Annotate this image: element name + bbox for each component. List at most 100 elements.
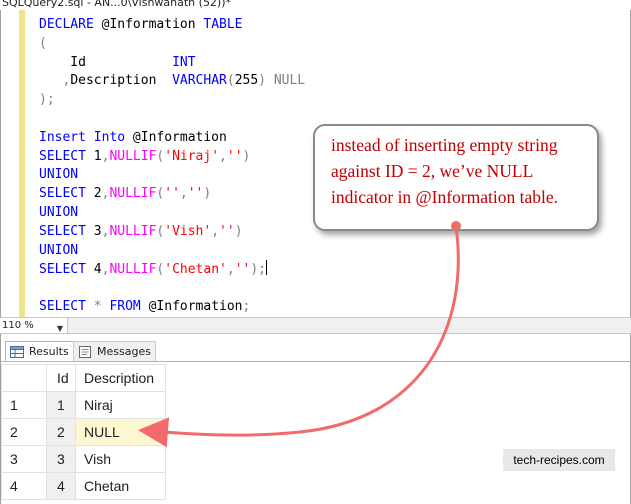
code-token: UNION (39, 204, 79, 220)
code-token: SELECT (39, 262, 86, 278)
code-line: UNION (39, 166, 305, 185)
document-tab[interactable]: SQLQuery2.sql - AN...0\Vishwanath (52))* (0, 0, 631, 10)
code-token: Id (39, 54, 173, 70)
code-token: NULL (273, 73, 306, 89)
code-token: , (211, 223, 220, 239)
document-tab-title: SQLQuery2.sql - AN...0\Vishwanath (52))* (2, 0, 232, 9)
code-line: UNION (39, 204, 305, 223)
code-token: NULLIF (109, 223, 157, 239)
code-token: 4 (85, 262, 102, 278)
code-token: UNION (39, 167, 79, 183)
code-token: INT (172, 54, 196, 70)
code-token: VARCHAR (172, 73, 227, 89)
code-token: @Information (140, 298, 243, 314)
watermark: tech-recipes.com (503, 449, 615, 471)
table-row: 1 1 Niraj (1, 391, 166, 419)
callout-text: instead of inserting empty string agains… (331, 135, 559, 207)
code-token: @Information (125, 129, 227, 145)
table-row: 4 4 Chetan (1, 472, 166, 500)
code-token: 2 (85, 186, 102, 202)
cell-id[interactable]: 4 (46, 472, 76, 500)
code-token: '' (187, 186, 204, 202)
code-token: NULLIF (109, 262, 157, 278)
results-grid-area: Id Description 1 1 Niraj 2 2 NULL 3 3 Vi… (0, 364, 631, 504)
zoom-bar: 110 % ▼ (0, 317, 631, 334)
row-number[interactable]: 3 (1, 445, 47, 473)
table-row: 2 2 NULL (1, 418, 166, 446)
annotation-callout: instead of inserting empty string agains… (313, 124, 599, 231)
code-line: ); (39, 91, 305, 110)
tabs-divider (1, 361, 631, 362)
code-token: ) (203, 186, 212, 202)
code-token: Insert Into (39, 129, 126, 145)
code-token: , (226, 262, 235, 278)
code-token: , (179, 186, 188, 202)
code-line: ( (39, 35, 305, 54)
results-grid: Id Description 1 1 Niraj 2 2 NULL 3 3 Vi… (1, 364, 166, 500)
header-description[interactable]: Description (75, 364, 166, 392)
code-token: UNION (39, 242, 79, 258)
tab-results[interactable]: Results (5, 341, 74, 361)
code-token: 1 (85, 148, 102, 164)
tab-messages[interactable]: Messages (73, 341, 156, 361)
code-line: SELECT 3,NULLIF('Vish','') (39, 223, 305, 242)
code-text[interactable]: DECLARE @Information TABLE( Id INT ,Desc… (39, 16, 305, 317)
code-token: ; (242, 298, 251, 314)
table-row: 3 3 Vish (1, 445, 166, 473)
code-token: '' (226, 148, 243, 164)
code-line: SELECT * FROM @Information; (39, 298, 305, 317)
grid-icon (10, 345, 24, 358)
code-token: '' (219, 223, 235, 239)
code-token: ) (242, 148, 251, 164)
code-token: NULLIF (109, 148, 157, 164)
zoom-dropdown[interactable]: 110 % ▼ (0, 318, 68, 333)
code-token: SELECT (39, 186, 86, 202)
cell-id[interactable]: 1 (46, 391, 76, 419)
code-token: 255 (234, 73, 259, 89)
code-line: SELECT 1,NULLIF('Niraj','') (39, 148, 305, 167)
code-token: '' (234, 262, 251, 278)
change-indicator-bar (19, 10, 25, 317)
code-token: * (93, 298, 102, 314)
row-number[interactable]: 1 (1, 391, 47, 419)
code-token: SELECT (39, 148, 86, 164)
cell-description[interactable]: Chetan (75, 472, 166, 500)
code-token: DECLARE (39, 17, 94, 32)
tab-results-label: Results (29, 345, 69, 358)
code-token: SELECT (39, 223, 86, 239)
code-token: ) (234, 223, 243, 239)
code-token: ) (258, 73, 266, 89)
code-token: ( (226, 73, 235, 89)
row-number[interactable]: 4 (1, 472, 47, 500)
code-token: Description (70, 73, 173, 89)
cell-id[interactable]: 2 (46, 418, 76, 446)
code-token: ); (39, 92, 55, 108)
cell-description-selected[interactable]: NULL (75, 418, 166, 446)
code-line: DECLARE @Information TABLE (39, 16, 305, 35)
code-token: 'Vish' (164, 223, 212, 239)
code-token: , (219, 148, 227, 164)
cell-id[interactable]: 3 (46, 445, 76, 473)
row-number[interactable]: 2 (1, 418, 47, 446)
grid-header-row: Id Description (1, 364, 166, 392)
code-token: SELECT (39, 298, 86, 314)
code-line: SELECT 2,NULLIF('','') (39, 185, 305, 204)
header-id[interactable]: Id (46, 364, 76, 392)
code-line: Insert Into @Information (39, 129, 305, 148)
tab-messages-label: Messages (97, 345, 151, 358)
code-token: TABLE (203, 17, 243, 32)
code-line: ,Description VARCHAR(255) NULL (39, 72, 305, 91)
header-rownum[interactable] (1, 364, 47, 392)
code-line: Id INT (39, 54, 305, 73)
code-token: ( (39, 35, 47, 51)
messages-icon (78, 345, 92, 358)
cell-description[interactable]: Niraj (75, 391, 166, 419)
code-token: 'Chetan' (164, 262, 227, 278)
code-token: 'Niraj' (164, 148, 220, 164)
cell-description[interactable]: Vish (75, 445, 166, 473)
code-token: NULLIF (109, 186, 157, 202)
